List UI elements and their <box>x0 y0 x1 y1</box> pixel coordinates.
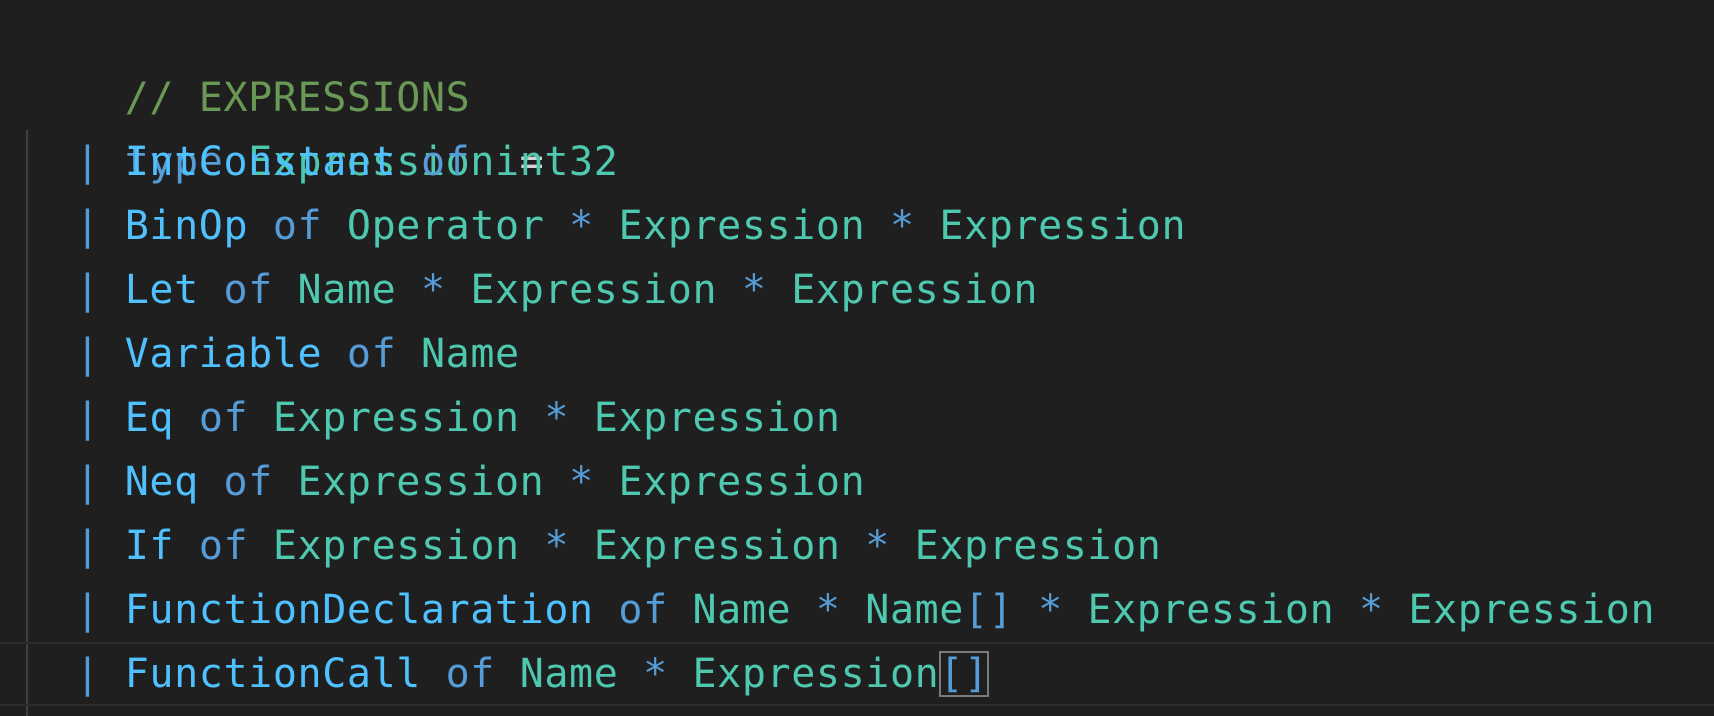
field-type: Expression <box>272 523 520 569</box>
field-type: Expression <box>1087 587 1335 633</box>
field-type: Name <box>519 651 619 697</box>
union-case-name: Neq <box>124 459 199 505</box>
union-case-name: If <box>124 523 175 569</box>
field-type: Name <box>865 587 964 633</box>
union-case-name: BinOp <box>124 203 249 249</box>
union-case-name: Eq <box>124 395 175 441</box>
case-pipe: | <box>75 331 101 377</box>
union-case-name: FunctionCall <box>124 651 421 697</box>
array-brackets: [] <box>964 587 1014 633</box>
keyword-of: of <box>223 459 273 505</box>
keyword-of: of <box>346 331 397 377</box>
field-type: int32 <box>495 139 619 185</box>
array-brackets-matched: [] <box>939 651 989 697</box>
field-type: Expression <box>1408 587 1656 633</box>
code-editor[interactable]: // EXPRESSIONS type Expression = | IntCo… <box>0 0 1714 716</box>
tuple-star: * <box>569 203 594 249</box>
code-line-let[interactable]: | Let of Name * Expression * Expression <box>26 258 1038 322</box>
field-type: Expression <box>593 395 841 441</box>
keyword-of: of <box>618 587 668 633</box>
code-line-eq[interactable]: | Eq of Expression * Expression <box>26 386 841 450</box>
code-line-functiondeclaration[interactable]: | FunctionDeclaration of Name * Name[] *… <box>26 578 1655 642</box>
tuple-star: * <box>1358 587 1384 633</box>
case-pipe: | <box>75 267 101 313</box>
code-line-neq[interactable]: | Neq of Expression * Expression <box>26 450 865 514</box>
field-type: Expression <box>470 267 718 313</box>
field-type: Expression <box>914 523 1162 569</box>
keyword-of: of <box>445 651 495 697</box>
code-line-comment[interactable]: // EXPRESSIONS <box>26 2 470 121</box>
code-line-functioncall[interactable]: | FunctionCall of Name * Expression[] <box>26 642 989 706</box>
case-pipe: | <box>75 651 101 697</box>
code-line-type-declaration[interactable]: type Expression = <box>26 66 544 185</box>
case-pipe: | <box>75 139 101 185</box>
tuple-star: * <box>544 523 570 569</box>
case-pipe: | <box>75 587 101 633</box>
union-case-name: IntConstant <box>124 139 397 185</box>
tuple-star: * <box>420 267 446 313</box>
code-line-intconstant[interactable]: | IntConstant of int32 <box>26 130 618 194</box>
union-case-name: FunctionDeclaration <box>124 587 594 633</box>
field-type: Name <box>692 587 792 633</box>
case-pipe: | <box>75 395 101 441</box>
field-type: Expression <box>618 203 866 249</box>
case-pipe: | <box>75 523 101 569</box>
tuple-star: * <box>544 395 570 441</box>
union-case-name: Variable <box>124 331 323 377</box>
tuple-star: * <box>569 459 594 505</box>
field-type: Expression <box>791 267 1039 313</box>
keyword-of: of <box>198 523 249 569</box>
keyword-of: of <box>198 395 249 441</box>
keyword-of: of <box>420 139 471 185</box>
keyword-of: of <box>223 267 273 313</box>
code-line-if[interactable]: | If of Expression * Expression * Expres… <box>26 514 1161 578</box>
tuple-star: * <box>1038 587 1063 633</box>
field-type: Expression <box>692 651 940 697</box>
field-type: Operator <box>346 203 545 249</box>
tuple-star: * <box>865 523 890 569</box>
field-type: Expression <box>618 459 866 505</box>
tuple-star: * <box>643 651 668 697</box>
code-line-variable[interactable]: | Variable of Name <box>26 322 520 386</box>
field-type: Expression <box>939 203 1187 249</box>
field-type: Expression <box>272 395 520 441</box>
case-pipe: | <box>75 459 101 505</box>
tuple-star: * <box>741 267 767 313</box>
field-type: Expression <box>593 523 841 569</box>
union-case-name: Let <box>124 267 199 313</box>
code-line-binop[interactable]: | BinOp of Operator * Expression * Expre… <box>26 194 1186 258</box>
field-type: Expression <box>297 459 545 505</box>
field-type: Name <box>420 331 520 377</box>
tuple-star: * <box>889 203 915 249</box>
case-pipe: | <box>75 203 101 249</box>
tuple-star: * <box>815 587 841 633</box>
field-type: Name <box>297 267 397 313</box>
keyword-of: of <box>272 203 323 249</box>
